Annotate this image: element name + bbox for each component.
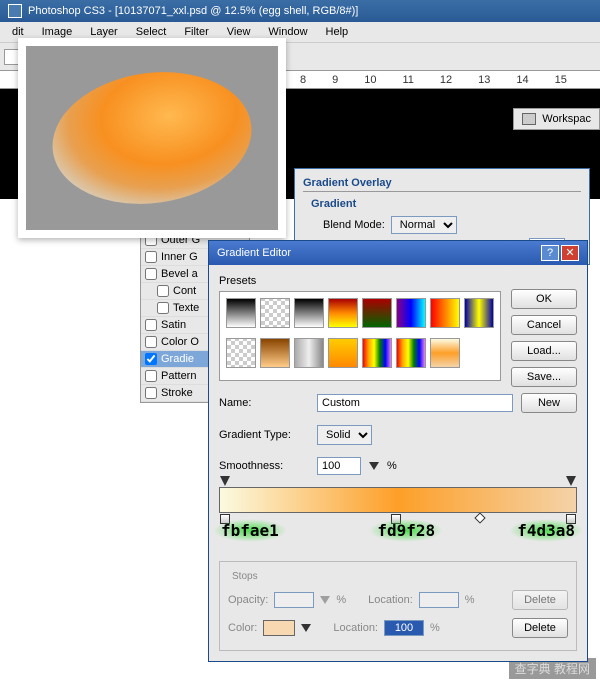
preset-swatch[interactable] [294, 338, 324, 368]
blend-mode-row: Blend Mode: Normal [303, 214, 581, 236]
preset-swatch[interactable] [226, 298, 256, 328]
dialog-title: Gradient Editor [217, 247, 291, 259]
name-input[interactable] [317, 394, 513, 412]
opacity-stop[interactable] [566, 476, 576, 486]
workspace-icon [522, 113, 536, 125]
color-chip[interactable] [263, 620, 295, 636]
blend-mode-select[interactable]: Normal [391, 216, 457, 234]
gradient-editor-dialog: Gradient Editor ? ✕ Presets [208, 240, 588, 662]
name-label: Name: [219, 397, 309, 409]
stops-group: Stops Opacity: % Location: % Delete Colo… [219, 561, 577, 651]
stop-opacity-input [274, 592, 314, 608]
smoothness-input[interactable] [317, 457, 361, 475]
stops-label: Stops [228, 571, 262, 582]
hex-label-2: fd9f28 [369, 519, 443, 542]
stop-loc2-input[interactable] [384, 620, 424, 636]
preset-swatch[interactable] [294, 298, 324, 328]
preview-window [18, 38, 286, 238]
save-button[interactable]: Save... [511, 367, 577, 387]
stop-loc2-label: Location: [333, 622, 378, 634]
type-row: Gradient Type: Solid [219, 419, 577, 451]
preset-swatch[interactable] [328, 338, 358, 368]
presets-label: Presets [219, 275, 501, 291]
opacity-stop[interactable] [220, 476, 230, 486]
stop-loc1-label: Location: [368, 594, 413, 606]
workspace-button[interactable]: Workspac [513, 108, 600, 130]
type-select[interactable]: Solid [317, 425, 372, 445]
menu-help[interactable]: Help [318, 24, 357, 40]
app-icon [8, 4, 22, 18]
dropdown-icon [320, 596, 330, 604]
gradient-fill [220, 488, 576, 512]
dialog-titlebar[interactable]: Gradient Editor ? ✕ [209, 241, 587, 265]
title-bar: Photoshop CS3 - [10137071_xxl.psd @ 12.5… [0, 0, 600, 22]
load-button[interactable]: Load... [511, 341, 577, 361]
cancel-button[interactable]: Cancel [511, 315, 577, 335]
help-button[interactable]: ? [541, 245, 559, 261]
preset-swatch[interactable] [260, 298, 290, 328]
preset-swatch[interactable] [430, 338, 460, 368]
preset-swatch[interactable] [464, 298, 494, 328]
smoothness-row: Smoothness: % [219, 451, 577, 481]
smoothness-label: Smoothness: [219, 460, 309, 472]
new-button[interactable]: New [521, 393, 577, 413]
preset-swatch[interactable] [362, 338, 392, 368]
grad-overlay-header: Gradient Overlay [303, 177, 581, 192]
close-button[interactable]: ✕ [561, 245, 579, 261]
hex-label-1: fbfae1 [213, 519, 287, 542]
preset-swatch[interactable] [396, 298, 426, 328]
delete-button[interactable]: Delete [512, 618, 568, 638]
preset-swatch[interactable] [430, 298, 460, 328]
grad-overlay-sub: Gradient [303, 196, 581, 214]
dropdown-icon[interactable] [369, 462, 379, 470]
preset-swatch[interactable] [396, 338, 426, 368]
stop-opacity-label: Opacity: [228, 594, 268, 606]
preset-swatch[interactable] [328, 298, 358, 328]
egg-shape [44, 60, 260, 217]
name-row: Name: New [219, 387, 577, 419]
stop-loc1-input [419, 592, 459, 608]
type-label: Gradient Type: [219, 429, 309, 441]
preview-canvas [26, 46, 278, 230]
preset-swatch[interactable] [226, 338, 256, 368]
dropdown-icon[interactable] [301, 624, 311, 632]
stop-color-label: Color: [228, 622, 257, 634]
presets-grid [219, 291, 501, 381]
hex-label-3: f4d3a8 [509, 519, 583, 542]
preset-swatch[interactable] [362, 298, 392, 328]
ok-button[interactable]: OK [511, 289, 577, 309]
delete-button: Delete [512, 590, 568, 610]
color-stop-row: Color: Location: % Delete [228, 614, 568, 642]
workspace-label: Workspac [542, 113, 591, 125]
preset-swatch[interactable] [260, 338, 290, 368]
blend-mode-label: Blend Mode: [323, 219, 385, 231]
window-title: Photoshop CS3 - [10137071_xxl.psd @ 12.5… [28, 5, 358, 17]
gradient-bar[interactable] [219, 487, 577, 513]
opacity-stop-row: Opacity: % Location: % Delete [228, 586, 568, 614]
